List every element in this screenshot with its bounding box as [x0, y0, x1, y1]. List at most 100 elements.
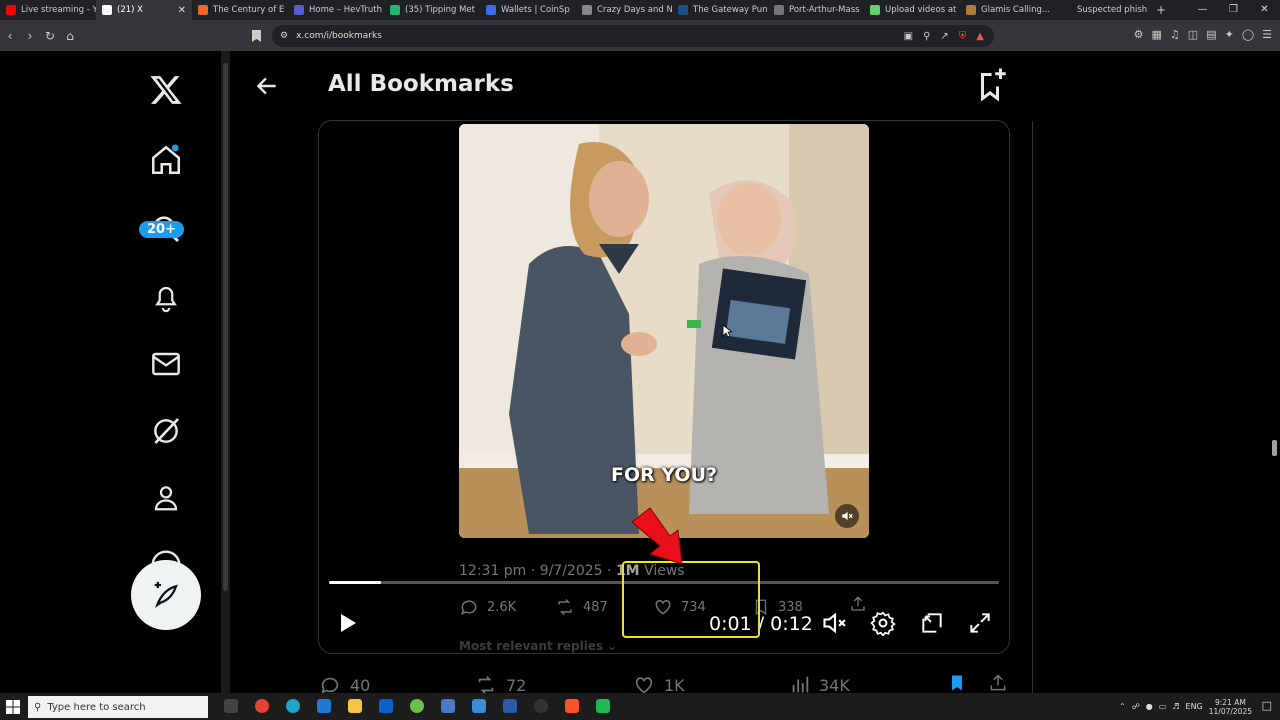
outlook-app-icon[interactable] — [379, 699, 393, 713]
media-icon[interactable]: ♫ — [1170, 28, 1180, 41]
tab-title: Home – HevTruth — [309, 5, 382, 15]
taskbar-clock[interactable]: 9:21 AM 11/07/2025 — [1209, 698, 1252, 716]
home-icon[interactable]: ⌂ — [60, 29, 80, 43]
tab-favicon-icon — [678, 5, 688, 15]
page-title: All Bookmarks — [328, 71, 514, 97]
play-button[interactable] — [332, 608, 362, 638]
cast-icon[interactable]: ▣ — [904, 31, 913, 42]
brave-rewards-icon[interactable]: ▲ — [976, 31, 984, 42]
grok-icon[interactable] — [148, 413, 184, 449]
zoom-icon[interactable]: ⚲ — [923, 31, 930, 42]
vpn-icon[interactable]: ◯ — [1242, 28, 1254, 41]
windows-start-icon[interactable] — [6, 699, 20, 714]
language-indicator[interactable]: ENG — [1186, 702, 1203, 711]
sidebar-scrollbar-thumb[interactable] — [223, 63, 228, 591]
browser-tab[interactable]: Live streaming - Y — [0, 0, 96, 20]
next-post-share-action[interactable] — [988, 672, 1008, 694]
picture-in-picture-button[interactable] — [917, 608, 947, 638]
back-arrow-icon[interactable] — [254, 73, 280, 99]
edge-app-icon[interactable] — [286, 699, 300, 713]
browser-tab[interactable]: (35) Tipping Met — [384, 0, 480, 20]
browser-tab[interactable]: Wallets | CoinSp — [480, 0, 576, 20]
browser-tab[interactable]: Crazy Days and N — [576, 0, 672, 20]
speaker-icon[interactable]: ♬ — [1172, 702, 1179, 711]
notifications-badge: 20+ — [139, 221, 184, 238]
taskbar-search-box[interactable]: ⚲ Type here to search — [28, 696, 208, 718]
tab-favicon-icon — [486, 5, 496, 15]
word-app-icon[interactable] — [503, 699, 517, 713]
video-frame[interactable]: FOR YOU? — [459, 124, 869, 538]
chrome-app-icon[interactable] — [255, 699, 269, 713]
vscode-app-icon[interactable] — [472, 699, 486, 713]
video-settings-button[interactable] — [868, 608, 898, 638]
store-app-icon[interactable] — [317, 699, 331, 713]
address-bar[interactable]: ⚙ x.com/i/bookmarks ▣ ⚲ ↗ ⛨ ▲ — [272, 25, 994, 47]
taskbar-apps — [224, 699, 610, 713]
explorer-app-icon[interactable] — [348, 699, 362, 713]
tray-chevron-icon[interactable]: ⌃ — [1119, 702, 1126, 711]
browser-tab[interactable]: Port-Arthur-Mass — [768, 0, 864, 20]
tab-favicon-icon — [390, 5, 400, 15]
sidebar-toggle-icon[interactable]: ◫ — [1188, 28, 1198, 41]
restore-icon[interactable]: ❐ — [1218, 0, 1249, 20]
browser-tab[interactable]: (21) X ✕ — [96, 0, 192, 20]
browser-tab[interactable]: Glamis Calling... — [960, 0, 1056, 20]
minimize-icon[interactable]: — — [1187, 0, 1218, 20]
browser-app-icon[interactable] — [410, 699, 424, 713]
chevron-down-icon: ⌄ — [607, 639, 618, 653]
new-tab-icon[interactable]: + — [1152, 3, 1170, 17]
profile-person-icon[interactable] — [148, 480, 184, 516]
mute-toggle-button[interactable] — [820, 608, 850, 638]
close-window-icon[interactable]: ✕ — [1249, 0, 1280, 20]
compose-post-button[interactable] — [131, 560, 201, 630]
video-subtitle: FOR YOU? — [610, 464, 718, 486]
notifications-bell-icon[interactable] — [148, 280, 184, 316]
green-app-icon[interactable] — [596, 699, 610, 713]
tab-favicon-icon — [102, 5, 112, 15]
site-settings-icon[interactable]: ⚙ — [280, 31, 288, 41]
fullscreen-button[interactable] — [965, 608, 995, 638]
page-scrollbar-thumb[interactable] — [1272, 440, 1277, 456]
browser-tab[interactable]: Suspected phish — [1056, 0, 1152, 20]
tweet-reposts-count: 487 — [583, 599, 608, 615]
obs-app-icon[interactable] — [534, 699, 548, 713]
next-post-likes-count: 1K — [664, 675, 685, 695]
x-logo-icon[interactable] — [146, 70, 186, 110]
back-nav-icon[interactable]: ‹ — [0, 29, 20, 43]
tab-favicon-icon — [294, 5, 304, 15]
replies-sort-label[interactable]: Most relevant replies ⌄ — [459, 639, 617, 653]
tab-close-icon[interactable]: ✕ — [178, 5, 186, 16]
notification-center-icon[interactable]: □ — [1262, 699, 1272, 712]
tweet-share-action[interactable] — [849, 594, 867, 614]
tab-title: Crazy Days and N — [597, 5, 672, 15]
microphone-icon[interactable]: ● — [1146, 702, 1153, 711]
brave-app-icon[interactable] — [565, 699, 579, 713]
screenshot-icon[interactable]: ▦ — [1152, 28, 1162, 41]
tweet-reply-action[interactable]: 2.6K — [459, 597, 516, 617]
share-icon[interactable]: ↗ — [940, 31, 948, 42]
brave-shield-icon[interactable]: ⛨ — [959, 31, 967, 42]
tweet-date: 9/7/2025 — [539, 563, 603, 579]
pip-icon — [922, 613, 942, 633]
reload-icon[interactable]: ↻ — [40, 29, 60, 43]
video-mini-mute-button[interactable] — [835, 504, 859, 528]
menu-icon[interactable]: ☰ — [1262, 28, 1272, 41]
browser-tab[interactable]: Upload videos at — [864, 0, 960, 20]
home-nav-icon[interactable] — [148, 142, 184, 178]
browser-tab[interactable]: Home – HevTruth — [288, 0, 384, 20]
next-post-reposts-count: 72 — [506, 675, 527, 695]
next-post-bookmark-action[interactable] — [947, 672, 967, 694]
wallet-icon[interactable]: ▤ — [1206, 28, 1216, 41]
battery-icon[interactable]: ▭ — [1159, 702, 1167, 711]
new-bookmark-folder-icon[interactable] — [972, 67, 1008, 103]
task-view-icon[interactable] — [224, 699, 238, 713]
messages-envelope-icon[interactable] — [148, 346, 184, 382]
browser-tab[interactable]: The Century of E — [192, 0, 288, 20]
network-icon[interactable]: ☍ — [1132, 702, 1140, 711]
browser-tab[interactable]: The Gateway Pun — [672, 0, 768, 20]
tweet-repost-action[interactable]: 487 — [555, 597, 608, 617]
forward-nav-icon[interactable]: › — [20, 29, 40, 43]
extensions-icon[interactable]: ⚙ — [1134, 28, 1144, 41]
calculator-app-icon[interactable] — [441, 699, 455, 713]
leo-ai-icon[interactable]: ✦ — [1225, 28, 1234, 41]
